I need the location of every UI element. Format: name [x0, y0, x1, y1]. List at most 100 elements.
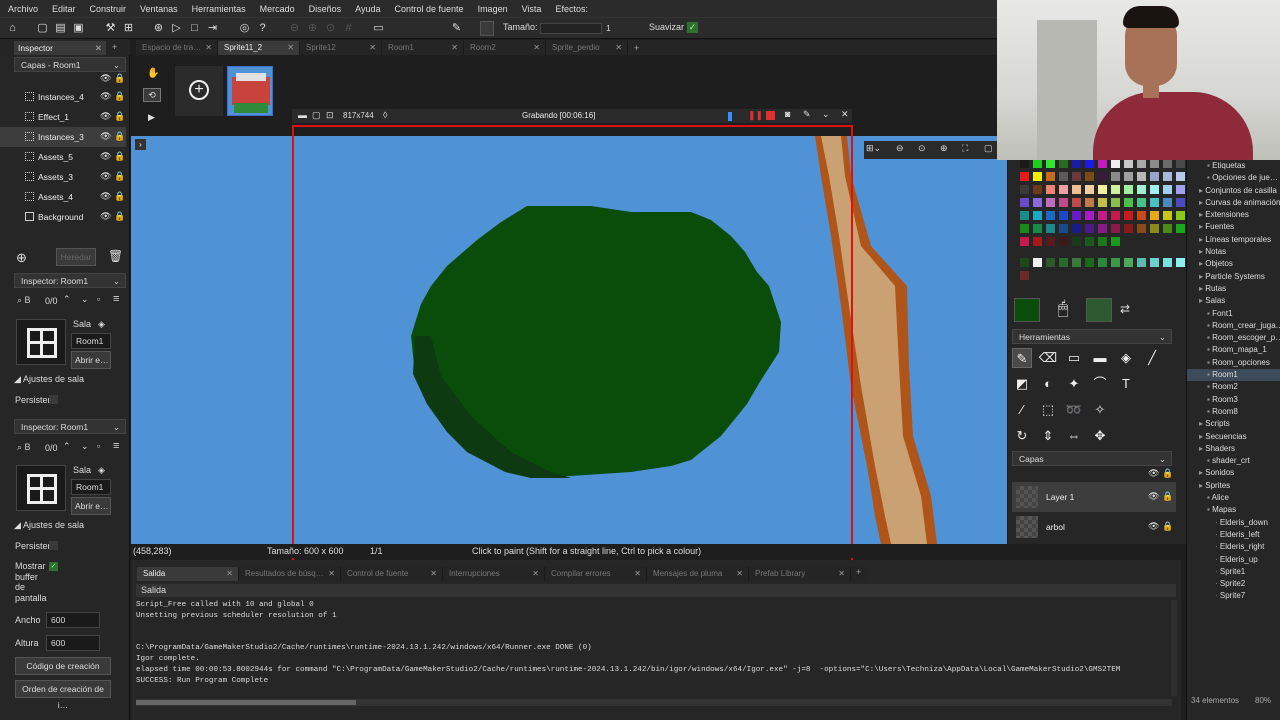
palette-swatch[interactable]	[1150, 159, 1159, 168]
eye-icon[interactable]: 👁	[100, 211, 111, 222]
trash-icon[interactable]: 🗑	[108, 249, 123, 263]
palette-swatch[interactable]	[1098, 185, 1107, 194]
palette-swatch[interactable]	[1020, 224, 1029, 233]
persistent-checkbox-1[interactable]	[49, 395, 58, 404]
tree-item[interactable]: ▪ Alice	[1187, 492, 1280, 504]
palette-swatch[interactable]	[1033, 258, 1042, 267]
camera-icon[interactable]: ◙	[785, 109, 790, 119]
palette-swatch[interactable]	[1046, 237, 1055, 246]
flip-horizontal-tool[interactable]: ⇔	[1064, 426, 1084, 446]
help-icon[interactable]: ?	[256, 22, 269, 35]
primary-color-swatch[interactable]	[1014, 298, 1040, 322]
magic-wand-tool[interactable]: ✦	[1064, 374, 1084, 394]
inspector-tab[interactable]: Inspector ✕	[14, 41, 106, 55]
tree-item[interactable]: ▸ Shaders	[1187, 443, 1280, 455]
eye-icon[interactable]: 👁	[100, 171, 111, 182]
chevron-down-icon[interactable]: ⌄	[113, 58, 120, 73]
rectangle-select-tool[interactable]: ▭	[1064, 348, 1084, 368]
layer-row[interactable]: Background 👁 🔒	[0, 207, 126, 227]
zoom-reset-icon[interactable]: ⊙	[324, 22, 337, 35]
palette-swatch[interactable]	[1137, 211, 1146, 220]
chevron-down-icon[interactable]: ⌄	[81, 441, 89, 452]
palette-swatch[interactable]	[1163, 172, 1172, 181]
layer-row[interactable]: Instances_4 👁 🔒	[0, 87, 126, 107]
lock-icon[interactable]: 🔒	[114, 191, 125, 202]
palette-swatch[interactable]	[1020, 185, 1029, 194]
palette-swatch[interactable]	[1150, 258, 1159, 267]
palette-swatch[interactable]	[1059, 159, 1068, 168]
palette-swatch[interactable]	[1059, 198, 1068, 207]
palette-swatch[interactable]	[1098, 198, 1107, 207]
tree-item[interactable]: ▪ Room1	[1187, 369, 1280, 382]
palette-swatch[interactable]	[1137, 185, 1146, 194]
tree-item[interactable]: ▪ Room2	[1187, 381, 1280, 393]
add-tab-icon[interactable]: +	[112, 42, 117, 52]
palette-swatch[interactable]	[1176, 159, 1185, 168]
color-palette[interactable]	[1012, 158, 1198, 308]
palette-swatch[interactable]	[1111, 159, 1120, 168]
zoom-out-icon[interactable]: ⊖	[288, 22, 301, 35]
palette-swatch[interactable]	[1098, 159, 1107, 168]
palette-swatch[interactable]	[1098, 237, 1107, 246]
pen-icon[interactable]: ✎	[803, 109, 811, 120]
palette-swatch[interactable]	[1098, 258, 1107, 267]
collapse-icon[interactable]: ⌄	[822, 109, 830, 120]
palette-swatch[interactable]	[1124, 198, 1133, 207]
output-tab[interactable]: Prefab Library ✕	[749, 567, 851, 581]
chevron-up-icon[interactable]: ⌃	[63, 294, 71, 305]
palette-swatch[interactable]	[1085, 172, 1094, 181]
palette-swatch[interactable]	[1059, 224, 1068, 233]
palette-swatch[interactable]	[1163, 211, 1172, 220]
inherit-button[interactable]: Heredar	[56, 248, 96, 266]
chevron-down-icon[interactable]: ⌄	[113, 420, 120, 435]
flip-vertical-tool[interactable]: ⇕	[1038, 426, 1058, 446]
palette-swatch[interactable]	[1124, 224, 1133, 233]
palette-swatch[interactable]	[1072, 258, 1081, 267]
vertical-scrollbar[interactable]	[1171, 600, 1177, 696]
menu-item[interactable]: Archivo	[8, 4, 38, 14]
palette-swatch[interactable]	[1072, 224, 1081, 233]
tree-item[interactable]: ▪ Opciones de jue…	[1187, 172, 1280, 184]
eye-icon[interactable]: 👁	[100, 91, 111, 102]
tree-item[interactable]: ▪ Room_crear_juga…	[1187, 320, 1280, 332]
palette-swatch[interactable]	[1020, 172, 1029, 181]
palette-swatch[interactable]	[1085, 237, 1094, 246]
palette-swatch[interactable]	[1046, 224, 1055, 233]
eye-icon[interactable]: 👁	[1148, 491, 1159, 502]
close-icon[interactable]: ✕	[533, 41, 540, 55]
ellipse-tool[interactable]: ◐	[1038, 374, 1058, 394]
tree-item[interactable]: ▪ Font1	[1187, 308, 1280, 320]
layer-row[interactable]: Assets_3 👁 🔒	[0, 167, 126, 187]
select-tool[interactable]: ⬚	[1038, 400, 1058, 420]
palette-swatch[interactable]	[1150, 198, 1159, 207]
tree-item[interactable]: · Sprite1	[1187, 566, 1280, 578]
palette-swatch[interactable]	[1137, 258, 1146, 267]
palette-swatch[interactable]	[1176, 172, 1185, 181]
search-icon[interactable]: ⌕ B	[17, 295, 31, 306]
open-editor-button-1[interactable]: Abrir e…	[71, 351, 111, 369]
search-icon[interactable]: ⌕ B	[17, 442, 31, 453]
palette-swatch[interactable]	[1046, 211, 1055, 220]
grid-icon[interactable]: ⊞⌄	[866, 143, 881, 154]
menu-item[interactable]: Diseños	[309, 4, 342, 14]
eye-icon[interactable]: 👁	[100, 191, 111, 202]
move-tool[interactable]: ✥	[1090, 426, 1110, 446]
menu-item[interactable]: Mercado	[260, 4, 295, 14]
palette-swatch[interactable]	[1072, 198, 1081, 207]
zoom-reset-icon[interactable]: ⊙	[918, 143, 926, 154]
close-icon[interactable]: ✕	[634, 567, 641, 581]
tree-item[interactable]: ▸ Fuentes	[1187, 221, 1280, 233]
palette-swatch[interactable]	[1163, 258, 1172, 267]
palette-swatch[interactable]	[1163, 185, 1172, 194]
output-tab[interactable]: Compilar errores ✕	[545, 567, 647, 581]
height-field[interactable]: 600	[46, 635, 100, 651]
add-frame-button[interactable]: +	[175, 66, 223, 116]
palette-swatch[interactable]	[1111, 258, 1120, 267]
palette-swatch[interactable]	[1098, 211, 1107, 220]
play-icon[interactable]: ▶	[148, 112, 155, 123]
filled-rect-tool[interactable]: ◩	[1012, 374, 1032, 394]
tree-item[interactable]: ▪ Room3	[1187, 394, 1280, 406]
chevron-down-icon[interactable]: ⌄	[1159, 330, 1166, 345]
palette-swatch[interactable]	[1072, 211, 1081, 220]
palette-swatch[interactable]	[1124, 159, 1133, 168]
